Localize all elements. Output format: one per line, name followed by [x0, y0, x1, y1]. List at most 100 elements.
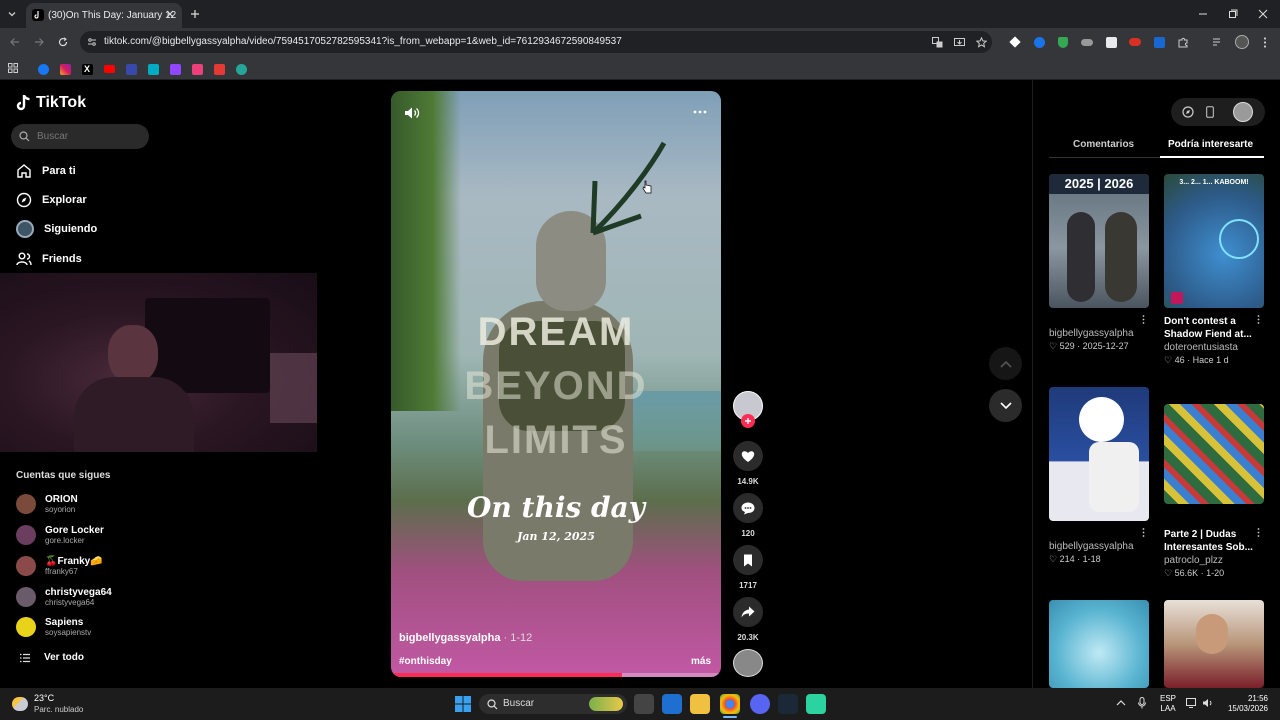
profile-avatar-icon[interactable]	[1234, 34, 1250, 50]
app-icon[interactable]	[806, 694, 826, 714]
see-all-link[interactable]: Ver todo	[20, 652, 84, 663]
nav-siguiendo[interactable]: Siguiendo	[16, 220, 97, 238]
account-item[interactable]: ORION soyorion	[16, 494, 78, 514]
extension-blue-icon[interactable]	[1032, 35, 1046, 49]
taskbar-search[interactable]: Buscar	[479, 694, 627, 714]
youtube-icon[interactable]	[102, 62, 116, 76]
tab-search-icon[interactable]	[4, 6, 20, 22]
video-hashtag[interactable]: #onthisday	[399, 656, 452, 667]
card-title[interactable]: Parte 2 | Dudas Interesantes Sob...	[1164, 528, 1256, 554]
reload-icon[interactable]	[56, 35, 70, 49]
card-title[interactable]: Don't contest a Shadow Fiend at...	[1164, 315, 1256, 341]
progress-track[interactable]	[391, 673, 721, 677]
clock[interactable]: 21:56 15/03/2026	[1226, 694, 1268, 714]
device-icon[interactable]	[1203, 105, 1217, 119]
address-bar[interactable]: tiktok.com/@bigbellygassyalpha/video/759…	[80, 31, 992, 53]
bookmark-red-icon[interactable]	[212, 62, 226, 76]
recommended-video-card[interactable]	[1049, 387, 1149, 521]
extensions-puzzle-icon[interactable]	[1176, 35, 1190, 49]
browser-tab[interactable]: (30)On This Day: January 12	[26, 3, 182, 28]
share-button[interactable]: 20.3K	[733, 597, 763, 642]
extension-m-icon[interactable]	[1152, 35, 1166, 49]
site-info-icon[interactable]	[86, 36, 98, 48]
account-item[interactable]: christyvega64 christyvega64	[16, 587, 112, 607]
recommended-video-card[interactable]: 3... 2... 1... KABOOM!	[1164, 174, 1264, 308]
recommended-video-card[interactable]	[1049, 600, 1149, 688]
bookmark-pink-icon[interactable]	[190, 62, 204, 76]
search-input[interactable]	[37, 129, 137, 144]
card-author[interactable]: bigbellygassyalpha	[1049, 540, 1134, 553]
nav-para-ti[interactable]: Para ti	[16, 163, 76, 179]
next-video-button[interactable]	[989, 389, 1022, 422]
account-item[interactable]: Gore Locker gore.locker	[16, 525, 104, 545]
apps-icon[interactable]	[7, 62, 19, 74]
chrome-icon[interactable]	[720, 694, 740, 714]
recommended-video-card[interactable]: 2025 | 2026	[1049, 174, 1149, 308]
card-more-icon[interactable]	[1252, 526, 1264, 538]
like-button[interactable]: 14.9K	[733, 441, 763, 486]
discord-icon[interactable]	[750, 694, 770, 714]
minimize-icon[interactable]	[1196, 7, 1210, 21]
tab-comentarios[interactable]: Comentarios	[1073, 139, 1134, 150]
extension-shield-icon[interactable]	[1056, 35, 1070, 49]
new-tab-icon[interactable]	[188, 7, 202, 21]
user-avatar[interactable]	[1233, 102, 1253, 122]
card-author[interactable]: doteroentusiasta	[1164, 341, 1256, 354]
twitch-icon[interactable]	[168, 62, 182, 76]
video-player[interactable]: DREAM BEYOND LIMITS On this day Jan 12, …	[391, 91, 721, 677]
search-box[interactable]	[11, 124, 149, 149]
card-more-icon[interactable]	[1252, 313, 1264, 325]
install-app-icon[interactable]	[952, 35, 966, 49]
browser-menu-icon[interactable]	[1258, 35, 1272, 49]
nav-explorar[interactable]: Explorar	[16, 192, 87, 208]
tiktok-logo[interactable]: TikTok	[16, 94, 86, 112]
translate-icon[interactable]	[930, 35, 944, 49]
volume-icon[interactable]	[403, 105, 421, 121]
forward-icon[interactable]	[32, 35, 46, 49]
extension-mask-icon[interactable]	[1080, 35, 1094, 49]
more-button[interactable]: más	[691, 656, 711, 667]
close-window-icon[interactable]	[1256, 7, 1270, 21]
instagram-icon[interactable]	[58, 62, 72, 76]
network-icon[interactable]	[1186, 697, 1198, 709]
video-more-icon[interactable]	[691, 105, 709, 119]
bookmark-cyan-icon[interactable]	[146, 62, 160, 76]
previous-video-button[interactable]	[989, 347, 1022, 380]
nav-friends[interactable]: Friends	[16, 251, 82, 267]
follow-plus-icon[interactable]	[741, 414, 755, 428]
bookmark-teal-icon[interactable]	[234, 62, 248, 76]
recommended-video-card[interactable]	[1164, 600, 1264, 688]
task-view-icon[interactable]	[634, 694, 654, 714]
extension-red-icon[interactable]	[1128, 35, 1142, 49]
save-button[interactable]: 1717	[733, 545, 763, 590]
windows-start-icon[interactable]	[454, 695, 472, 713]
music-disc[interactable]	[733, 649, 763, 677]
comment-button[interactable]: 120	[733, 493, 763, 538]
media-controls-icon[interactable]	[1210, 35, 1224, 49]
account-item[interactable]: Sapiens soysapienstv	[16, 617, 91, 637]
back-icon[interactable]	[8, 35, 22, 49]
facebook-icon[interactable]	[36, 62, 50, 76]
recommended-video-card[interactable]	[1164, 404, 1264, 504]
microphone-icon[interactable]	[1136, 697, 1148, 709]
volume-tray-icon[interactable]	[1202, 697, 1214, 709]
explore-icon[interactable]	[1181, 105, 1195, 119]
star-icon[interactable]	[974, 35, 988, 49]
card-more-icon[interactable]	[1137, 313, 1149, 325]
close-tab-icon[interactable]	[164, 8, 176, 20]
extension-diamond-icon[interactable]	[1008, 35, 1022, 49]
store-icon[interactable]	[662, 694, 682, 714]
weather-widget[interactable]: 23°C Parc. nublado	[12, 693, 83, 715]
video-author[interactable]: bigbellygassyalpha	[399, 632, 500, 644]
card-author[interactable]: patroclo_plzz	[1164, 554, 1256, 567]
card-author[interactable]: bigbellygassyalpha	[1049, 327, 1134, 340]
language-indicator[interactable]: ESP LAA	[1160, 694, 1176, 714]
tab-podria-interesarte[interactable]: Podría interesarte	[1168, 139, 1253, 150]
bookmark-blue-icon[interactable]	[124, 62, 138, 76]
tray-chevron-icon[interactable]	[1115, 697, 1127, 709]
restore-icon[interactable]	[1226, 7, 1240, 21]
steam-icon[interactable]	[778, 694, 798, 714]
extension-square-icon[interactable]	[1104, 35, 1118, 49]
card-more-icon[interactable]	[1137, 526, 1149, 538]
account-item[interactable]: 🍒Franky🧀 ffranky67	[16, 556, 103, 576]
